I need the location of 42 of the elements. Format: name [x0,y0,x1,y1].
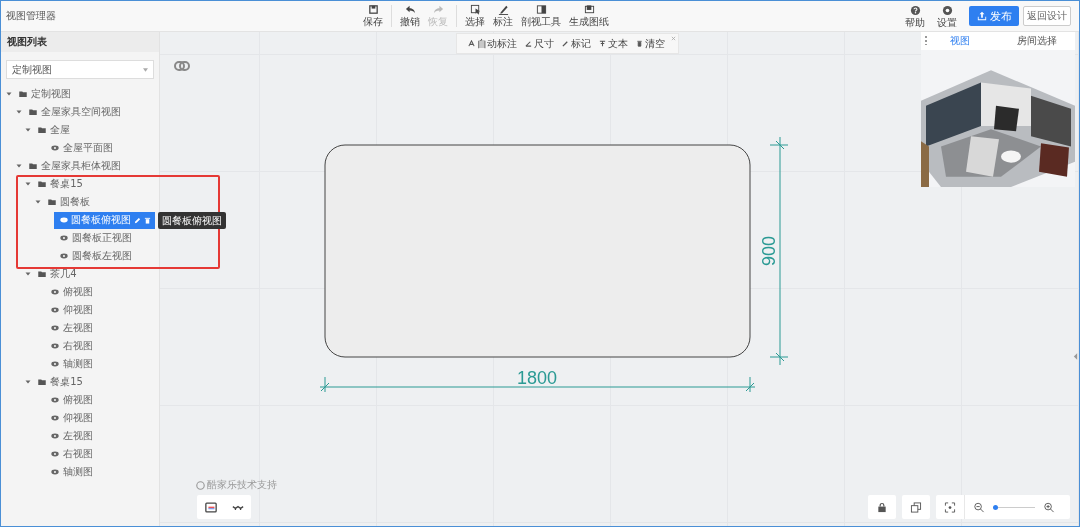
width-dimension-label: 1800 [517,368,557,388]
height-dimension-label: 900 [759,236,779,266]
view-item[interactable]: 右视图 [44,337,96,355]
dimension-tool-button[interactable]: 尺寸 [522,36,557,51]
view-item[interactable]: 仰视图 [44,301,96,319]
help-button[interactable]: 帮助 [901,4,929,28]
view-item[interactable]: 俯视图 [44,283,96,301]
view-item[interactable]: 俯视图 [44,391,96,409]
publish-button[interactable]: 发布 [969,6,1019,26]
view-item[interactable]: 圆餐板左视图 [54,247,136,265]
pen-button[interactable]: 标注 [489,4,517,27]
drawing-button[interactable]: 生成图纸 [565,4,613,27]
auto-tool-button[interactable]: 自动标注 [465,36,520,51]
sidebar-title: 视图列表 [1,32,159,52]
section-button[interactable]: 剖视工具 [517,4,565,27]
folder-item[interactable]: 餐桌15 [35,373,86,391]
folder-item[interactable]: 全屋 [35,121,74,139]
folder-item[interactable]: 全屋家具空间视图 [25,103,124,121]
folder-item[interactable]: 定制视图 [16,85,74,103]
folder-item[interactable]: 圆餐板 [44,193,93,211]
view-item[interactable]: 全屋平面图 [44,139,116,157]
view-item[interactable]: 轴测图 [44,463,96,481]
app-title: 视图管理器 [6,9,56,23]
save-button[interactable]: 保存 [359,4,387,27]
undo-button[interactable]: 撤销 [396,4,424,27]
view-item[interactable]: 轴测图 [44,355,96,373]
back-to-design-button[interactable]: 返回设计 [1023,6,1071,26]
settings-button[interactable]: 设置 [933,4,961,28]
select-button[interactable]: 选择 [461,4,489,27]
view-item[interactable]: 左视图 [44,319,96,337]
folder-item[interactable]: 全屋家具柜体视图 [25,157,124,175]
credit-text: 酷家乐技术支持 [207,478,277,492]
mark-tool-button[interactable]: 标记 [559,36,594,51]
clear-tool-button[interactable]: 清空 [633,36,668,51]
text-tool-button[interactable]: 文本 [596,36,631,51]
view-type-select[interactable]: 定制视图 [6,60,154,79]
view-item[interactable]: 左视图 [44,427,96,445]
view-item[interactable]: 右视图 [44,445,96,463]
view-item[interactable]: 圆餐板正视图 [54,229,136,247]
view-item[interactable]: 仰视图 [44,409,96,427]
folder-item[interactable]: 茶几4 [35,265,80,283]
folder-item[interactable]: 餐桌15 [35,175,86,193]
